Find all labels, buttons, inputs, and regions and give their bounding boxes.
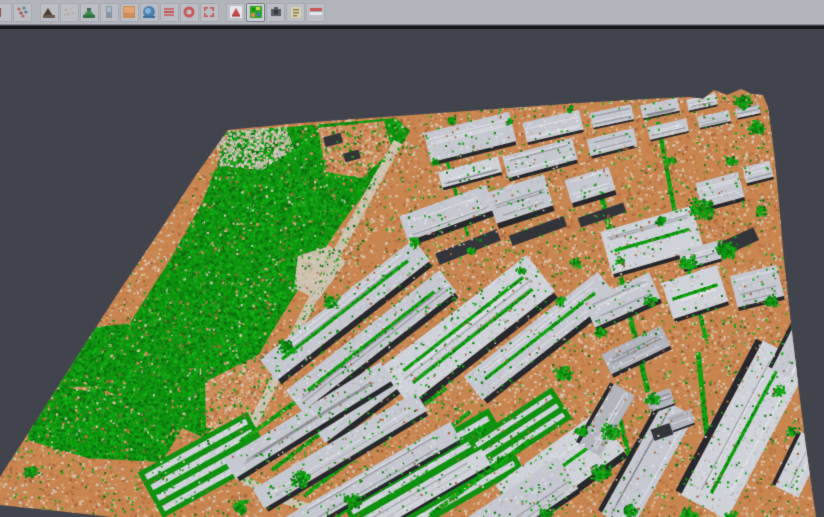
camera-icon-glyph [268, 4, 284, 20]
terrain-model-icon-glyph [41, 4, 57, 20]
classification-view-icon[interactable] [246, 3, 265, 22]
contours-icon-glyph [161, 4, 177, 20]
classification-view-icon-glyph [248, 4, 264, 20]
point-classes-icon[interactable] [13, 3, 32, 22]
profile-view-icon-glyph [101, 4, 117, 20]
selection-icon[interactable] [200, 3, 219, 22]
point-classes-icon-glyph [15, 4, 31, 20]
sparse-points-icon[interactable] [60, 3, 79, 22]
target-icon[interactable] [180, 3, 199, 22]
orthophoto-icon-glyph [121, 4, 137, 20]
orthophoto-icon[interactable] [120, 3, 139, 22]
measurement-icon-glyph [308, 4, 324, 20]
edit-points-icon-glyph [0, 4, 11, 20]
profile-view-icon[interactable] [100, 3, 119, 22]
contours-icon[interactable] [160, 3, 179, 22]
point-cloud-canvas[interactable] [0, 29, 824, 517]
annotation-icon[interactable] [286, 3, 305, 22]
cross-section-icon-glyph [228, 4, 244, 20]
sparse-points-icon-glyph [61, 4, 77, 20]
terrain-model-icon[interactable] [40, 3, 59, 22]
cross-section-icon[interactable] [226, 3, 245, 22]
3d-view-icon[interactable] [140, 3, 159, 22]
camera-icon[interactable] [266, 3, 285, 22]
selection-icon-glyph [201, 4, 217, 20]
edit-points-icon[interactable] [0, 3, 12, 22]
viewport-3d [0, 29, 824, 517]
ground-surface-icon[interactable] [80, 3, 99, 22]
toolbar [0, 0, 824, 25]
ground-surface-icon-glyph [81, 4, 97, 20]
target-icon-glyph [181, 4, 197, 20]
measurement-icon[interactable] [306, 3, 325, 22]
annotation-icon-glyph [288, 4, 304, 20]
3d-view-icon-glyph [141, 4, 157, 20]
application-window [0, 0, 824, 517]
